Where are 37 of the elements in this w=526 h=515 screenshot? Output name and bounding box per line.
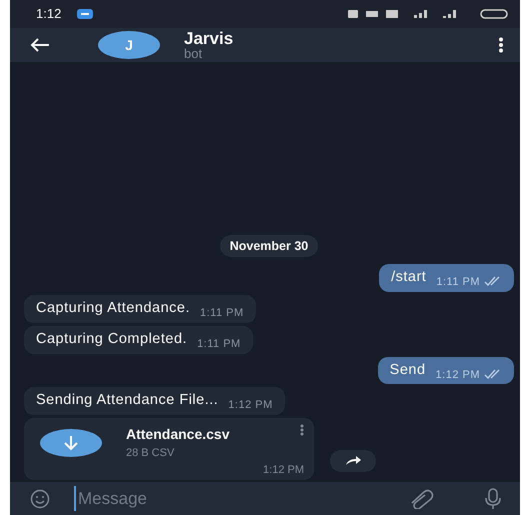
date-label: November 30	[220, 234, 318, 258]
signal-icon	[414, 10, 427, 18]
status-time: 1:12	[36, 5, 62, 24]
message-bubble[interactable]: Capturing Attendance. $_{1:11 PM}$	[24, 295, 256, 323]
message-bubble[interactable]: /start $_{1:11 PM}$	[379, 264, 514, 292]
message-time: 1:12 PM	[436, 368, 480, 380]
message-text: Sending Attendance File...	[36, 392, 218, 408]
message-text: /start	[391, 269, 426, 286]
emoji-button[interactable]	[30, 488, 50, 508]
microphone-button[interactable]	[484, 488, 502, 510]
message-bubble[interactable]: Send $_{1:12 PM}$	[378, 356, 514, 384]
message-text: Send	[390, 362, 426, 378]
download-icon	[64, 434, 78, 451]
menu-button[interactable]	[498, 37, 504, 53]
back-button[interactable]	[30, 38, 50, 52]
more-icon[interactable]	[300, 424, 304, 436]
forward-icon	[345, 456, 361, 466]
message-bubble[interactable]: Sending Attendance File... $_{1:12 PM}$	[24, 387, 285, 415]
battery-icon	[480, 9, 508, 19]
forward-button[interactable]	[330, 450, 376, 472]
message-time: 1:11 PM	[197, 338, 241, 350]
message-text: Capturing Completed.	[36, 330, 188, 347]
message-field[interactable]: Message	[74, 486, 392, 512]
message-time: 1:11 PM	[200, 307, 244, 319]
message-time: 1:11 PM	[436, 276, 480, 288]
composer-bar[interactable]: Message	[10, 482, 520, 515]
message-bubble[interactable]: Capturing Completed. $_{1:11 PM}$	[24, 326, 253, 354]
file-name: Attendance.csv	[126, 425, 230, 444]
message-time: 1:12 PM	[263, 462, 304, 478]
message-text: Capturing Attendance.	[36, 300, 190, 316]
notification-icon	[77, 9, 94, 19]
message-time: 1:12 PM	[228, 399, 273, 412]
signal-icon	[443, 10, 456, 18]
chat-subtitle: bot	[184, 47, 204, 60]
file-message[interactable]: Attendance.csv 28 B CSV 1:12 PM	[24, 418, 314, 480]
file-size: 28 B CSV	[126, 446, 176, 461]
chat-title: Jarvis	[184, 30, 234, 47]
